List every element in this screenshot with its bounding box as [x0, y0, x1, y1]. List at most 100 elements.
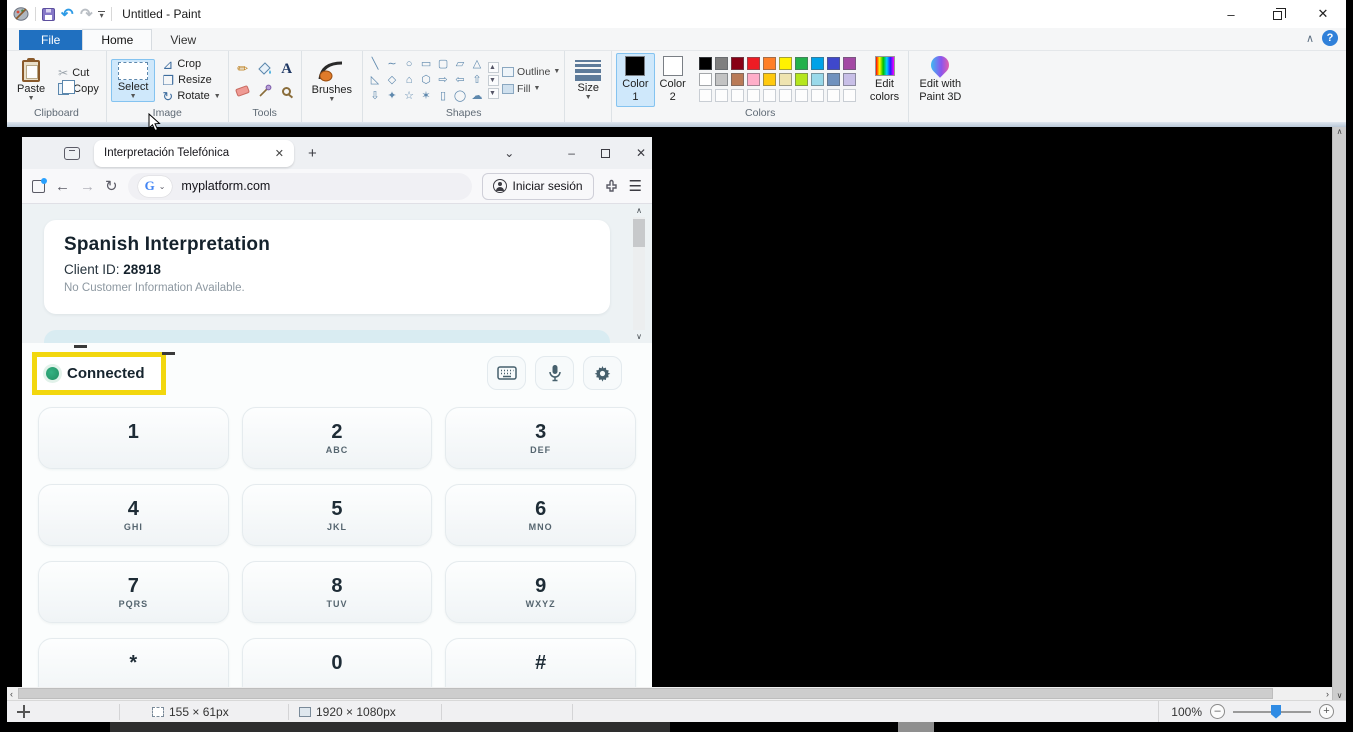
scroll-down-icon[interactable]: ∨: [636, 332, 642, 341]
color-swatch[interactable]: [746, 57, 760, 71]
color-swatch-empty[interactable]: [778, 89, 792, 103]
color-swatch-empty[interactable]: [842, 89, 856, 103]
back-icon[interactable]: ←: [55, 179, 70, 194]
keypad-key-8[interactable]: 8 TUV: [241, 561, 433, 623]
canvas-vertical-scrollbar[interactable]: ∧ ∨: [1332, 127, 1346, 700]
color-swatch[interactable]: [778, 57, 792, 71]
keypad-key-5[interactable]: 5 JKL: [241, 484, 433, 546]
zoom-slider[interactable]: [1233, 704, 1311, 719]
shape-oval-callout-icon[interactable]: ◯: [452, 89, 468, 104]
color-swatch[interactable]: [778, 73, 792, 87]
zoom-in-button[interactable]: +: [1319, 704, 1334, 719]
restore-button[interactable]: [1254, 0, 1300, 28]
scroll-thumb[interactable]: [633, 218, 645, 247]
shape-hexagon-icon[interactable]: ⬡: [418, 73, 434, 88]
page-scrollbar[interactable]: ∧ ∨: [632, 206, 646, 341]
edit-with-paint3d-button[interactable]: Edit with Paint 3D: [913, 52, 967, 106]
search-engine-chip[interactable]: G ⌄: [137, 175, 173, 197]
color-swatch[interactable]: [810, 57, 824, 71]
shape-rounded-rectangle-icon[interactable]: ▢: [435, 57, 451, 72]
help-icon[interactable]: ?: [1322, 30, 1338, 46]
color-swatch[interactable]: [810, 73, 824, 87]
shape-diamond-icon[interactable]: ◇: [384, 73, 400, 88]
reload-icon[interactable]: ↻: [105, 179, 118, 194]
extensions-icon[interactable]: [604, 179, 619, 194]
keypad-key-4[interactable]: 4 GHI: [38, 484, 229, 546]
color-swatch[interactable]: [698, 73, 712, 87]
keypad-key-7[interactable]: 7 PQRS: [38, 561, 229, 623]
minimize-button[interactable]: –: [1208, 0, 1254, 28]
color-swatch[interactable]: [714, 73, 728, 87]
color-swatch[interactable]: [730, 57, 744, 71]
firefox-view-icon[interactable]: [64, 146, 80, 160]
shapes-scroll-down-icon[interactable]: ▼: [488, 74, 500, 86]
keypad-key-6[interactable]: 6 MNO: [445, 484, 636, 546]
color-swatch-empty[interactable]: [826, 89, 840, 103]
color-swatch[interactable]: [714, 57, 728, 71]
shape-up-arrow-icon[interactable]: ⇧: [469, 73, 485, 88]
keypad-key-2[interactable]: 2 ABC: [241, 407, 433, 469]
pencil-icon[interactable]: ✏: [237, 61, 248, 77]
browser-close-icon[interactable]: ✕: [636, 146, 646, 160]
color-picker-icon[interactable]: [258, 84, 272, 98]
shapes-scroll-up-icon[interactable]: ▲: [488, 61, 500, 73]
shape-right-arrow-icon[interactable]: ⇨: [435, 73, 451, 88]
color-swatch[interactable]: [826, 73, 840, 87]
undo-icon[interactable]: ↶: [61, 7, 74, 22]
color-swatch[interactable]: [730, 73, 744, 87]
magnifier-icon[interactable]: [282, 86, 292, 96]
tab-file[interactable]: File: [19, 30, 83, 50]
color-swatch[interactable]: [762, 73, 776, 87]
canvas-scroll-down-icon[interactable]: ∨: [1337, 691, 1343, 700]
shape-triangle-icon[interactable]: △: [469, 57, 485, 72]
shape-rectangle-icon[interactable]: ▭: [418, 57, 434, 72]
outline-button[interactable]: Outline ▼: [502, 66, 560, 78]
color-swatch[interactable]: [842, 57, 856, 71]
color-swatch-empty[interactable]: [762, 89, 776, 103]
fill-icon[interactable]: [257, 62, 272, 76]
shape-five-point-star-icon[interactable]: ☆: [401, 89, 417, 104]
color2-button[interactable]: Color 2: [655, 54, 691, 106]
canvas[interactable]: Interpretación Telefónica ✕ + ⌄ – ✕ ← → …: [7, 127, 1346, 700]
tab-home[interactable]: Home: [82, 29, 153, 50]
color-swatch[interactable]: [762, 57, 776, 71]
color-swatch[interactable]: [794, 57, 808, 71]
size-button[interactable]: Size ▼: [569, 58, 607, 102]
color1-button[interactable]: Color 1: [616, 53, 655, 108]
color-swatch-empty[interactable]: [810, 89, 824, 103]
shape-cloud-callout-icon[interactable]: ☁: [469, 89, 485, 104]
scroll-track[interactable]: [633, 216, 645, 330]
collapse-ribbon-icon[interactable]: ∧: [1306, 32, 1314, 45]
copy-button[interactable]: Copy: [55, 79, 102, 95]
close-button[interactable]: ✕: [1300, 0, 1346, 28]
keypad-key-9[interactable]: 9 WXYZ: [445, 561, 636, 623]
color-swatch[interactable]: [826, 57, 840, 71]
scroll-up-icon[interactable]: ∧: [636, 206, 642, 215]
keyboard-button[interactable]: [487, 356, 526, 390]
tab-view[interactable]: View: [152, 30, 214, 50]
resize-button[interactable]: ❐ Resize: [159, 74, 223, 87]
color-swatch-empty[interactable]: [746, 89, 760, 103]
color-swatch[interactable]: [746, 73, 760, 87]
shape-right-triangle-icon[interactable]: ◺: [367, 73, 383, 88]
shape-down-arrow-icon[interactable]: ⇩: [367, 89, 383, 104]
edit-colors-button[interactable]: Edit colors: [865, 54, 904, 106]
browser-tab[interactable]: Interpretación Telefónica ✕: [94, 139, 294, 167]
color-swatch-empty[interactable]: [714, 89, 728, 103]
color-swatch[interactable]: [794, 73, 808, 87]
tab-close-icon[interactable]: ✕: [275, 147, 284, 160]
list-all-tabs-icon[interactable]: ⌄: [504, 146, 514, 160]
brushes-button[interactable]: Brushes ▼: [306, 57, 358, 104]
shape-six-point-star-icon[interactable]: ✶: [418, 89, 434, 104]
shape-rounded-callout-icon[interactable]: ▯: [435, 89, 451, 104]
canvas-horizontal-scrollbar[interactable]: ‹ ›: [7, 687, 1332, 700]
color-swatch[interactable]: [698, 57, 712, 71]
browser-minimize-icon[interactable]: –: [568, 146, 575, 160]
shape-polygon-icon[interactable]: ▱: [452, 57, 468, 72]
menu-icon[interactable]: ☰: [629, 177, 642, 195]
text-tool-icon[interactable]: A: [281, 61, 292, 78]
canvas-hscroll-thumb[interactable]: [18, 688, 1273, 699]
new-tab-icon[interactable]: +: [308, 145, 317, 162]
crop-button[interactable]: ⊿ Crop: [159, 58, 223, 71]
rotate-button[interactable]: ↻ Rotate ▼: [159, 90, 223, 103]
